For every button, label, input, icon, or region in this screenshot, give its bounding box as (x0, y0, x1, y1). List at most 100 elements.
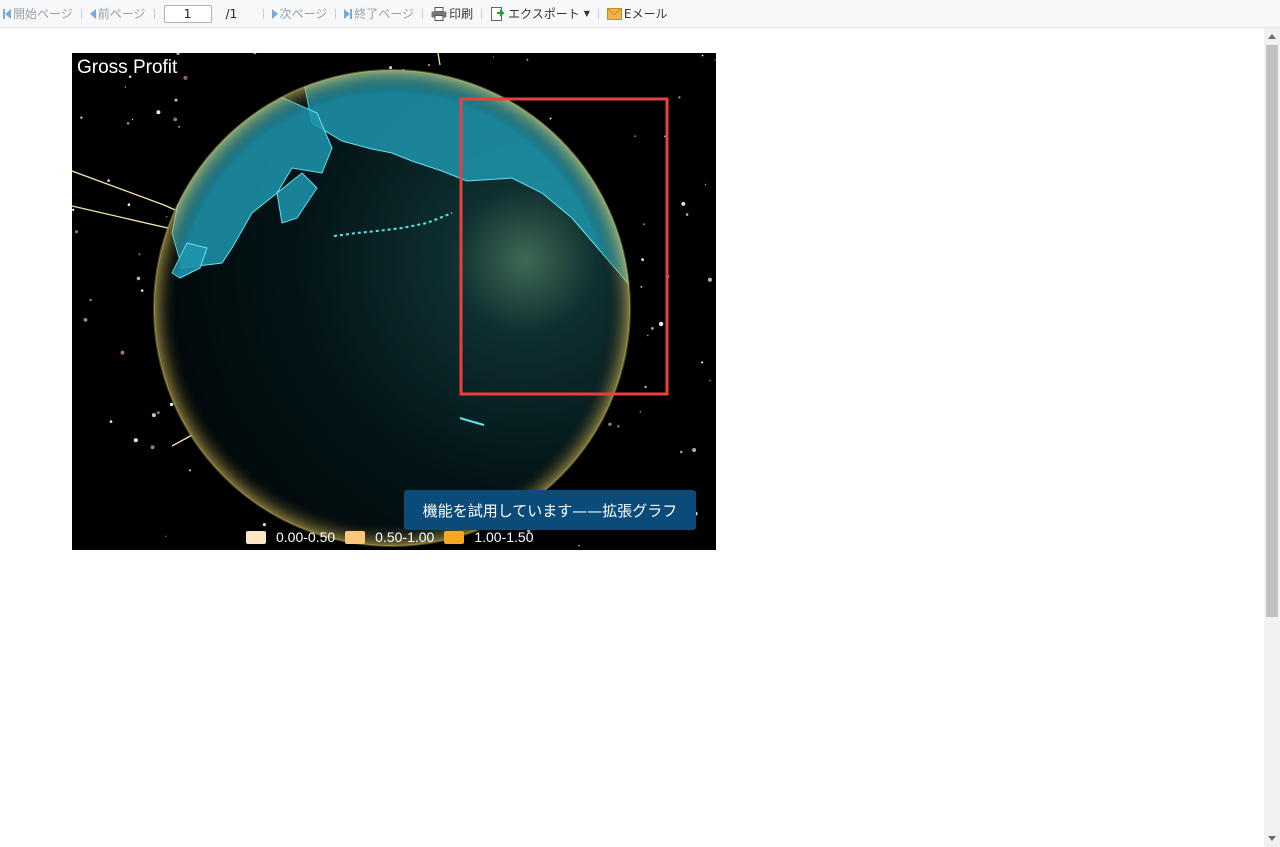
star (678, 96, 681, 99)
star (658, 321, 664, 327)
landmass (154, 70, 630, 546)
toolbar-divider (597, 8, 599, 19)
star (140, 289, 144, 292)
star (127, 203, 131, 206)
star (709, 379, 711, 382)
legend-swatch (444, 530, 465, 544)
last-page-icon (344, 8, 353, 19)
star (707, 277, 712, 282)
star (89, 298, 92, 302)
toolbar-divider (80, 8, 82, 19)
star (685, 213, 689, 216)
star (156, 411, 160, 415)
star (608, 422, 612, 426)
legend-swatch (345, 530, 366, 544)
star (526, 58, 529, 61)
star (72, 208, 75, 211)
scroll-thumb[interactable] (1266, 45, 1278, 617)
star (389, 66, 393, 70)
first-page-icon (3, 8, 11, 19)
globe-chart[interactable]: Gross Profit 機能を試用しています——拡張グラフ 0.00-0.50… (72, 53, 716, 550)
prev-page-button[interactable]: 前ページ (87, 0, 149, 28)
star (126, 122, 130, 125)
star (107, 179, 110, 182)
star (647, 334, 649, 337)
star (124, 86, 127, 88)
toolbar-divider (335, 8, 337, 19)
star (262, 523, 266, 527)
vertical-scrollbar[interactable] (1264, 28, 1280, 847)
star (549, 117, 552, 120)
legend-swatch (246, 530, 266, 544)
viewer-toolbar: 開始ページ 前ページ /1 次ページ 終了ページ 印刷 エクスポート ▼ Eメー… (0, 0, 1280, 28)
star (109, 420, 113, 423)
star (174, 98, 178, 102)
star (428, 63, 431, 67)
star (643, 223, 646, 226)
star (156, 110, 161, 115)
next-page-icon (271, 8, 278, 19)
next-page-button[interactable]: 次ページ (269, 0, 331, 28)
export-icon (490, 6, 506, 22)
last-page-button[interactable]: 終了ページ (341, 0, 417, 28)
print-button[interactable]: 印刷 (428, 0, 476, 28)
star (173, 117, 178, 122)
page-number-input[interactable] (163, 4, 212, 23)
legend-item[interactable]: 1.00-1.50 (444, 529, 534, 545)
trial-watermark: 機能を試用しています——拡張グラフ (404, 490, 696, 530)
star (640, 285, 643, 288)
star (138, 253, 141, 256)
star (136, 276, 141, 281)
toolbar-divider (481, 8, 483, 19)
star (692, 447, 697, 453)
star (701, 54, 704, 57)
star (165, 535, 167, 537)
star (639, 411, 641, 413)
star (151, 413, 156, 418)
globe (153, 69, 631, 547)
star (178, 125, 180, 128)
first-page-button[interactable]: 開始ページ (0, 0, 76, 28)
star (253, 53, 257, 55)
star (169, 402, 174, 407)
chart-title: Gross Profit (77, 57, 178, 78)
envelope-icon (606, 7, 622, 20)
toolbar-divider (262, 8, 264, 19)
star (176, 53, 180, 55)
star (714, 59, 716, 61)
prev-page-icon (89, 8, 96, 19)
chart-legend: 0.00-0.50 0.50-1.00 1.00-1.50 (246, 529, 544, 545)
email-button[interactable]: Eメール (604, 0, 671, 28)
legend-item[interactable]: 0.00-0.50 (246, 529, 335, 545)
star (133, 438, 138, 443)
toolbar-divider (153, 8, 155, 19)
star (578, 544, 580, 547)
star (616, 424, 620, 428)
star (679, 450, 683, 454)
star (165, 215, 168, 218)
toolbar-divider (422, 8, 424, 19)
chevron-down-icon: ▼ (583, 9, 590, 18)
printer-icon (431, 6, 447, 21)
export-dropdown[interactable]: エクスポート ▼ (487, 0, 593, 28)
star (634, 135, 636, 137)
star (651, 327, 654, 330)
star (80, 116, 83, 119)
star (681, 201, 686, 206)
star (83, 318, 88, 322)
star (644, 385, 647, 389)
star (183, 75, 188, 80)
star (120, 350, 125, 355)
star (131, 118, 134, 121)
legend-item[interactable]: 0.50-1.00 (345, 529, 434, 545)
globe-canvas (72, 53, 716, 547)
star (75, 230, 78, 234)
page-total: /1 (225, 6, 238, 21)
star (641, 258, 644, 261)
star (188, 469, 192, 472)
scroll-down-arrow-icon[interactable] (1268, 836, 1276, 841)
star (704, 183, 707, 186)
star (701, 361, 704, 364)
scroll-up-arrow-icon[interactable] (1268, 34, 1276, 39)
star (150, 445, 155, 450)
